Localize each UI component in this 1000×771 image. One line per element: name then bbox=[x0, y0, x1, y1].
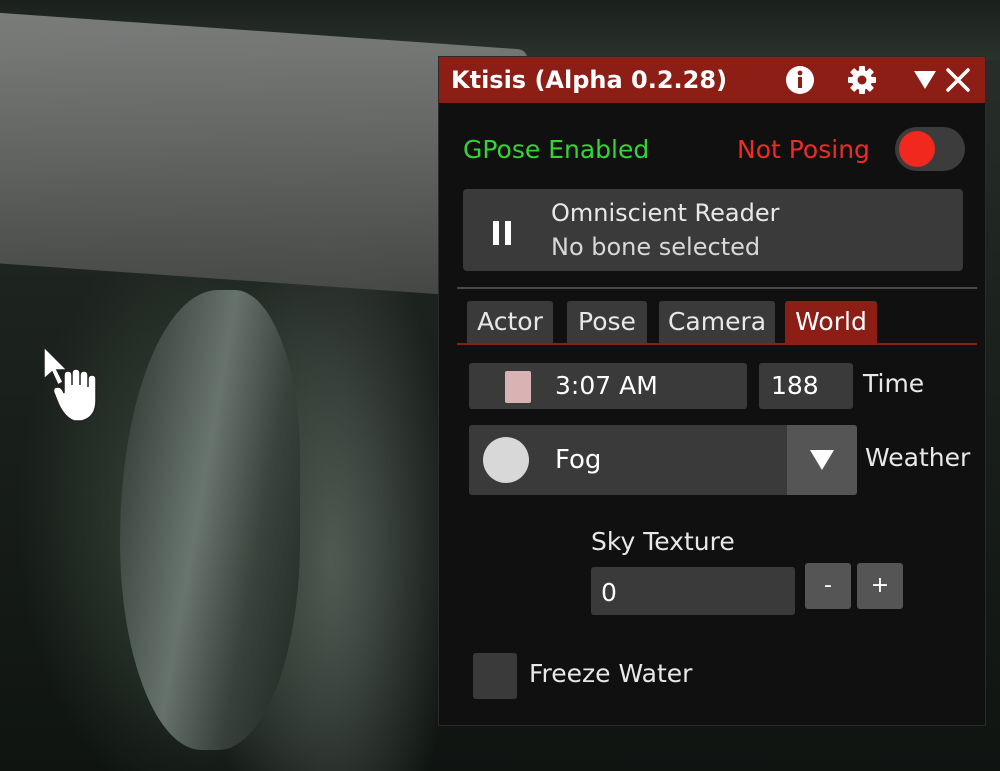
sky-increment-button[interactable]: + bbox=[857, 563, 903, 609]
window-titlebar[interactable]: Ktisis (Alpha 0.2.28) bbox=[439, 57, 985, 103]
ktisis-window: Ktisis (Alpha 0.2.28) GPose Enabled Not … bbox=[438, 56, 986, 726]
background-rock bbox=[120, 290, 300, 750]
tab-underline bbox=[457, 343, 977, 345]
time-label: Time bbox=[863, 369, 925, 398]
chevron-down-icon bbox=[810, 450, 834, 470]
target-selector[interactable]: Omniscient Reader No bone selected bbox=[463, 189, 963, 271]
weather-dropdown-button[interactable] bbox=[787, 425, 857, 495]
weather-icon bbox=[483, 437, 529, 483]
weather-dropdown[interactable]: Fog bbox=[469, 425, 857, 495]
freeze-water-label: Freeze Water bbox=[529, 659, 693, 688]
gpose-status: GPose Enabled bbox=[463, 135, 650, 164]
posing-status: Not Posing bbox=[737, 135, 870, 164]
toggle-knob bbox=[899, 131, 935, 167]
tab-world[interactable]: World bbox=[785, 301, 877, 343]
time-display: 3:07 AM bbox=[555, 371, 658, 400]
window-title: Ktisis (Alpha 0.2.28) bbox=[451, 66, 728, 94]
posing-toggle[interactable] bbox=[895, 127, 965, 171]
section-divider bbox=[457, 287, 977, 289]
weather-label: Weather bbox=[865, 443, 971, 472]
gear-icon[interactable] bbox=[847, 65, 877, 95]
pause-icon bbox=[493, 221, 511, 245]
sky-texture-input[interactable]: 0 bbox=[591, 567, 795, 615]
time-slider[interactable]: 3:07 AM bbox=[469, 363, 747, 409]
time-value-input[interactable]: 188 bbox=[759, 363, 853, 409]
target-bone-label: No bone selected bbox=[551, 233, 761, 261]
target-actor-name: Omniscient Reader bbox=[551, 199, 780, 227]
triangle-down-icon[interactable] bbox=[913, 69, 937, 91]
info-icon[interactable] bbox=[785, 65, 815, 95]
close-icon[interactable] bbox=[945, 67, 971, 93]
weather-selected: Fog bbox=[555, 445, 602, 475]
tab-actor[interactable]: Actor bbox=[467, 301, 553, 343]
tab-pose[interactable]: Pose bbox=[567, 301, 647, 343]
time-slider-handle[interactable] bbox=[505, 371, 531, 403]
sky-decrement-button[interactable]: - bbox=[805, 563, 851, 609]
sky-texture-label: Sky Texture bbox=[591, 527, 735, 556]
tab-camera[interactable]: Camera bbox=[659, 301, 775, 343]
freeze-water-checkbox[interactable] bbox=[473, 653, 517, 699]
hand-cursor-icon bbox=[43, 345, 97, 422]
